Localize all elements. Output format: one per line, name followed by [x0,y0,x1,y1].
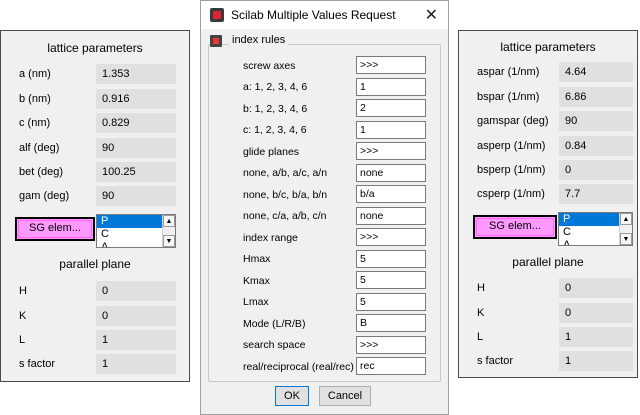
scilab-app-icon [210,8,224,22]
bspar-value-field[interactable]: 6.86 [559,87,633,107]
l-value-field[interactable]: 1 [96,330,176,350]
c-value-field[interactable]: 0.829 [96,113,176,133]
close-icon[interactable]: ✕ [425,5,438,25]
hmax-input[interactable]: 5 [356,250,426,268]
screw-b-input[interactable]: 2 [356,99,426,117]
row-label: K [477,307,485,319]
cancel-button[interactable]: Cancel [319,386,371,406]
row-label: s factor [19,358,56,370]
s-factor-value-field[interactable]: 1 [559,351,633,371]
bsperp-value-field[interactable]: 0 [559,160,633,180]
h-value-field[interactable]: 0 [96,281,176,301]
row-label: b (nm) [19,93,51,105]
screw-axes-input[interactable]: >>> [356,56,426,74]
field-label: none, b/c, b/a, b/n [243,189,328,201]
mode-input[interactable]: B [356,314,426,332]
glide-c-input[interactable]: none [356,207,426,225]
screw-c-input[interactable]: 1 [356,121,426,139]
sg-listbox[interactable]: P C A ▲ ▼ [558,212,633,246]
dialog-titlebar[interactable]: Scilab Multiple Values Request ✕ [201,1,448,29]
lattice-parameters-header: lattice parameters [47,41,143,55]
aspar-value-field[interactable]: 4.64 [559,62,633,82]
real-reciprocal-input[interactable]: rec [356,357,426,375]
list-scrollbar[interactable]: ▲ ▼ [619,213,632,245]
ok-button[interactable]: OK [275,386,309,406]
parallel-plane-header: parallel plane [59,257,131,271]
row-label: aspar (1/nm) [477,66,540,78]
gamspar-value-field[interactable]: 90 [559,111,633,131]
field-label: search space [243,339,306,351]
scroll-down-icon[interactable]: ▼ [163,235,175,247]
scroll-up-icon[interactable]: ▲ [163,215,175,227]
field-label: Mode (L/R/B) [243,318,306,330]
scroll-up-icon[interactable]: ▲ [620,213,632,225]
b-value-field[interactable]: 0.916 [96,89,176,109]
field-label: Kmax [243,275,270,287]
scroll-down-icon[interactable]: ▼ [620,233,632,245]
parallel-plane-header: parallel plane [512,255,584,269]
glide-b-input[interactable]: b/a [356,185,426,203]
glide-a-input[interactable]: none [356,164,426,182]
index-range-input[interactable]: >>> [356,228,426,246]
dialog-title: Scilab Multiple Values Request [231,8,396,22]
row-label: c (nm) [19,117,51,129]
row-label: a (nm) [19,68,51,80]
index-rules-title: index rules [229,34,289,46]
h-value-field[interactable]: 0 [559,278,633,298]
row-label: bsperp (1/nm) [477,164,546,176]
row-label: gamspar (deg) [477,115,549,127]
row-label: alf (deg) [19,142,60,154]
row-label: K [19,310,27,322]
field-label: index range [243,232,298,244]
field-label: c: 1, 2, 3, 4, 6 [243,124,307,136]
row-label: L [477,331,484,343]
row-label: csperp (1/nm) [477,188,545,200]
screw-a-input[interactable]: 1 [356,78,426,96]
asperp-value-field[interactable]: 0.84 [559,136,633,156]
field-label: Lmax [243,296,269,308]
left-lattice-panel: lattice parameters a (nm) 1.353 b (nm) 0… [0,30,190,382]
l-value-field[interactable]: 1 [559,327,633,347]
field-label: b: 1, 2, 3, 4, 6 [243,103,308,115]
field-label: Hmax [243,253,271,265]
row-label: gam (deg) [19,190,70,202]
list-scrollbar[interactable]: ▲ ▼ [162,215,175,247]
gam-value-field[interactable]: 90 [96,186,176,206]
field-label: none, a/b, a/c, a/n [243,167,328,179]
alf-value-field[interactable]: 90 [96,138,176,158]
right-lattice-panel: lattice parameters aspar (1/nm) 4.64 bsp… [458,30,638,378]
glide-planes-input[interactable]: >>> [356,142,426,160]
search-space-input[interactable]: >>> [356,336,426,354]
field-label: a: 1, 2, 3, 4, 6 [243,81,308,93]
field-label: screw axes [243,60,296,72]
field-label: glide planes [243,146,300,158]
scilab-group-icon [210,35,222,47]
field-label: real/reciprocal (real/rec) [243,361,354,373]
kmax-input[interactable]: 5 [356,271,426,289]
a-value-field[interactable]: 1.353 [96,64,176,84]
row-label: bspar (1/nm) [477,91,540,103]
lattice-parameters-header: lattice parameters [500,40,596,54]
row-label: asperp (1/nm) [477,140,546,152]
s-factor-value-field[interactable]: 1 [96,354,176,374]
bet-value-field[interactable]: 100.25 [96,162,176,182]
sg-elem-button[interactable]: SG elem... [473,215,557,239]
csperp-value-field[interactable]: 7.7 [559,184,633,204]
lmax-input[interactable]: 5 [356,293,426,311]
sg-elem-button[interactable]: SG elem... [15,217,95,241]
sg-listbox[interactable]: P C A ▲ ▼ [96,214,176,248]
row-label: bet (deg) [19,166,64,178]
row-label: H [477,282,485,294]
row-label: H [19,285,27,297]
k-value-field[interactable]: 0 [559,303,633,323]
row-label: L [19,334,26,346]
field-label: none, c/a, a/b, c/n [243,210,327,222]
k-value-field[interactable]: 0 [96,306,176,326]
row-label: s factor [477,355,514,367]
